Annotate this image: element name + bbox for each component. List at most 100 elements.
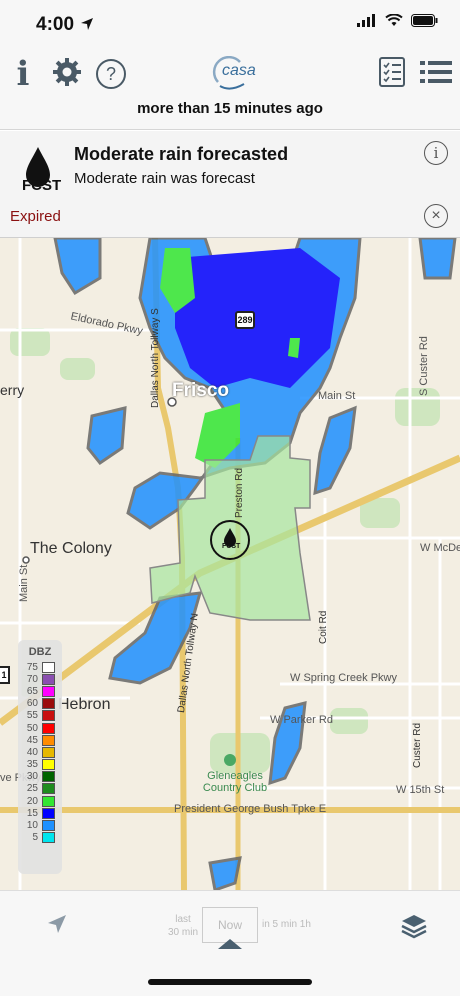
legend-swatch	[42, 673, 55, 685]
legend-row: 10	[22, 819, 58, 832]
legend-swatch	[42, 722, 55, 734]
locate-button[interactable]	[46, 913, 68, 940]
legend-swatch	[42, 832, 55, 844]
legend-label: 15	[26, 807, 38, 819]
wifi-icon	[385, 13, 403, 32]
legend-row: 55	[22, 710, 58, 722]
legend-title: DBZ	[28, 646, 52, 658]
alert-card[interactable]: FCST Moderate rain forecasted Moderate r…	[0, 131, 460, 238]
highway-shield-121: 1	[0, 666, 10, 684]
alert-body: Moderate rain was forecast	[74, 170, 255, 187]
nav-bar: i ? casa	[0, 48, 460, 100]
forecast-badge: FCST	[22, 177, 62, 194]
legend-swatch	[42, 685, 55, 697]
checklist-button[interactable]	[378, 54, 406, 94]
road-label-coit: Coit Rd	[318, 610, 329, 644]
road-label-w-mcdermott: W McDe	[420, 542, 460, 554]
legend-label: 70	[26, 673, 38, 685]
road-label-w-parker: W Parker Rd	[270, 714, 333, 726]
legend-row: 45	[22, 734, 58, 746]
list-menu-icon	[420, 60, 452, 89]
layers-button[interactable]	[400, 913, 428, 944]
legend-swatch	[42, 795, 55, 807]
legend-row: 60	[22, 698, 58, 710]
legend-swatch	[42, 661, 55, 673]
legend-swatch	[42, 746, 55, 758]
legend-label: 35	[26, 759, 38, 771]
road-label-custer: Custer Rd	[412, 722, 423, 768]
dbz-legend: DBZ 75 70 65 60 55 50 45 40 35 30 25 20 15 10 5	[18, 640, 62, 874]
info-button[interactable]: i	[12, 54, 34, 94]
alert-status: Expired	[10, 208, 61, 225]
battery-icon	[411, 14, 438, 32]
legend-label: 60	[26, 698, 38, 710]
legend-row: 15	[22, 807, 58, 819]
alert-title: Moderate rain forecasted	[74, 144, 289, 164]
alert-close-button[interactable]: ×	[424, 204, 448, 228]
legend-label: 55	[26, 710, 38, 722]
legend-label: 40	[26, 746, 38, 758]
legend-label: 10	[26, 820, 38, 832]
city-label-hebron: Hebron	[58, 696, 111, 713]
legend-swatch	[42, 698, 55, 710]
settings-button[interactable]	[50, 54, 84, 94]
help-button[interactable]: ?	[95, 54, 127, 94]
gear-icon	[52, 57, 82, 92]
timeline-future[interactable]: in 5 min 1h	[262, 919, 311, 930]
legend-label: 20	[26, 795, 38, 807]
help-icon: ?	[96, 59, 126, 89]
menu-button[interactable]	[420, 54, 452, 94]
legend-label: 50	[26, 722, 38, 734]
legend-label: 75	[26, 661, 38, 673]
legend-swatch	[42, 807, 55, 819]
legend-row: 65	[22, 685, 58, 697]
legend-label: 5	[32, 832, 38, 844]
legend-row: 50	[22, 722, 58, 734]
city-label-erry: erry	[0, 382, 25, 398]
road-label-main-st-left: Main St	[18, 564, 30, 602]
status-bar: 4:00	[0, 0, 460, 48]
location-arrow-icon	[80, 17, 94, 36]
legend-label: 30	[26, 771, 38, 783]
city-label-the-colony: The Colony	[30, 540, 112, 557]
poi-label-gleneagles: Gleneagles Country Club	[202, 770, 268, 794]
signal-icon	[357, 14, 377, 32]
legend-label: 45	[26, 734, 38, 746]
timeline-past-line2: 30 min	[168, 927, 199, 938]
home-indicator	[148, 979, 312, 985]
legend-swatch	[42, 820, 55, 832]
timeline-caret-icon	[218, 939, 242, 949]
road-label-dnt-top: Dallas North Tollway S	[150, 308, 161, 408]
bottom-toolbar: last 30 min Now in 5 min 1h	[0, 890, 460, 996]
legend-row: 35	[22, 759, 58, 771]
road-label-preston: Preston Rd	[234, 467, 245, 518]
road-label-w-15th: W 15th St	[396, 784, 445, 796]
legend-swatch	[42, 759, 55, 771]
casa-logo-text: casa	[222, 62, 256, 79]
status-time: 4:00	[36, 14, 75, 35]
last-updated-text: more than 15 minutes ago	[0, 100, 460, 130]
layers-icon	[401, 915, 427, 939]
legend-row: 25	[22, 783, 58, 795]
legend-swatch	[42, 710, 55, 722]
legend-row: 70	[22, 673, 58, 685]
highway-shield-289: 289	[235, 311, 255, 329]
legend-row: 40	[22, 746, 58, 758]
legend-swatch	[42, 734, 55, 746]
legend-row: 5	[22, 832, 58, 844]
radar-map[interactable]: Eldorado Pkwy Main St S Custer Rd W McDe…	[0, 238, 460, 890]
info-icon: i	[16, 54, 30, 94]
legend-label: 25	[26, 783, 38, 795]
timeline-past-line1: last	[175, 914, 191, 925]
legend-row: 20	[22, 795, 58, 807]
legend-row: 75	[22, 661, 58, 673]
location-arrow-icon	[48, 915, 66, 933]
road-label-main-st: Main St	[318, 390, 356, 402]
legend-swatch	[42, 783, 55, 795]
alert-info-button[interactable]: i	[424, 141, 448, 165]
legend-row: 30	[22, 771, 58, 783]
marker-label: FCST	[222, 543, 241, 550]
road-label-s-custer: S Custer Rd	[418, 336, 430, 396]
timeline-now[interactable]: Now	[202, 907, 258, 943]
timeline-past[interactable]: last 30 min	[168, 913, 198, 939]
